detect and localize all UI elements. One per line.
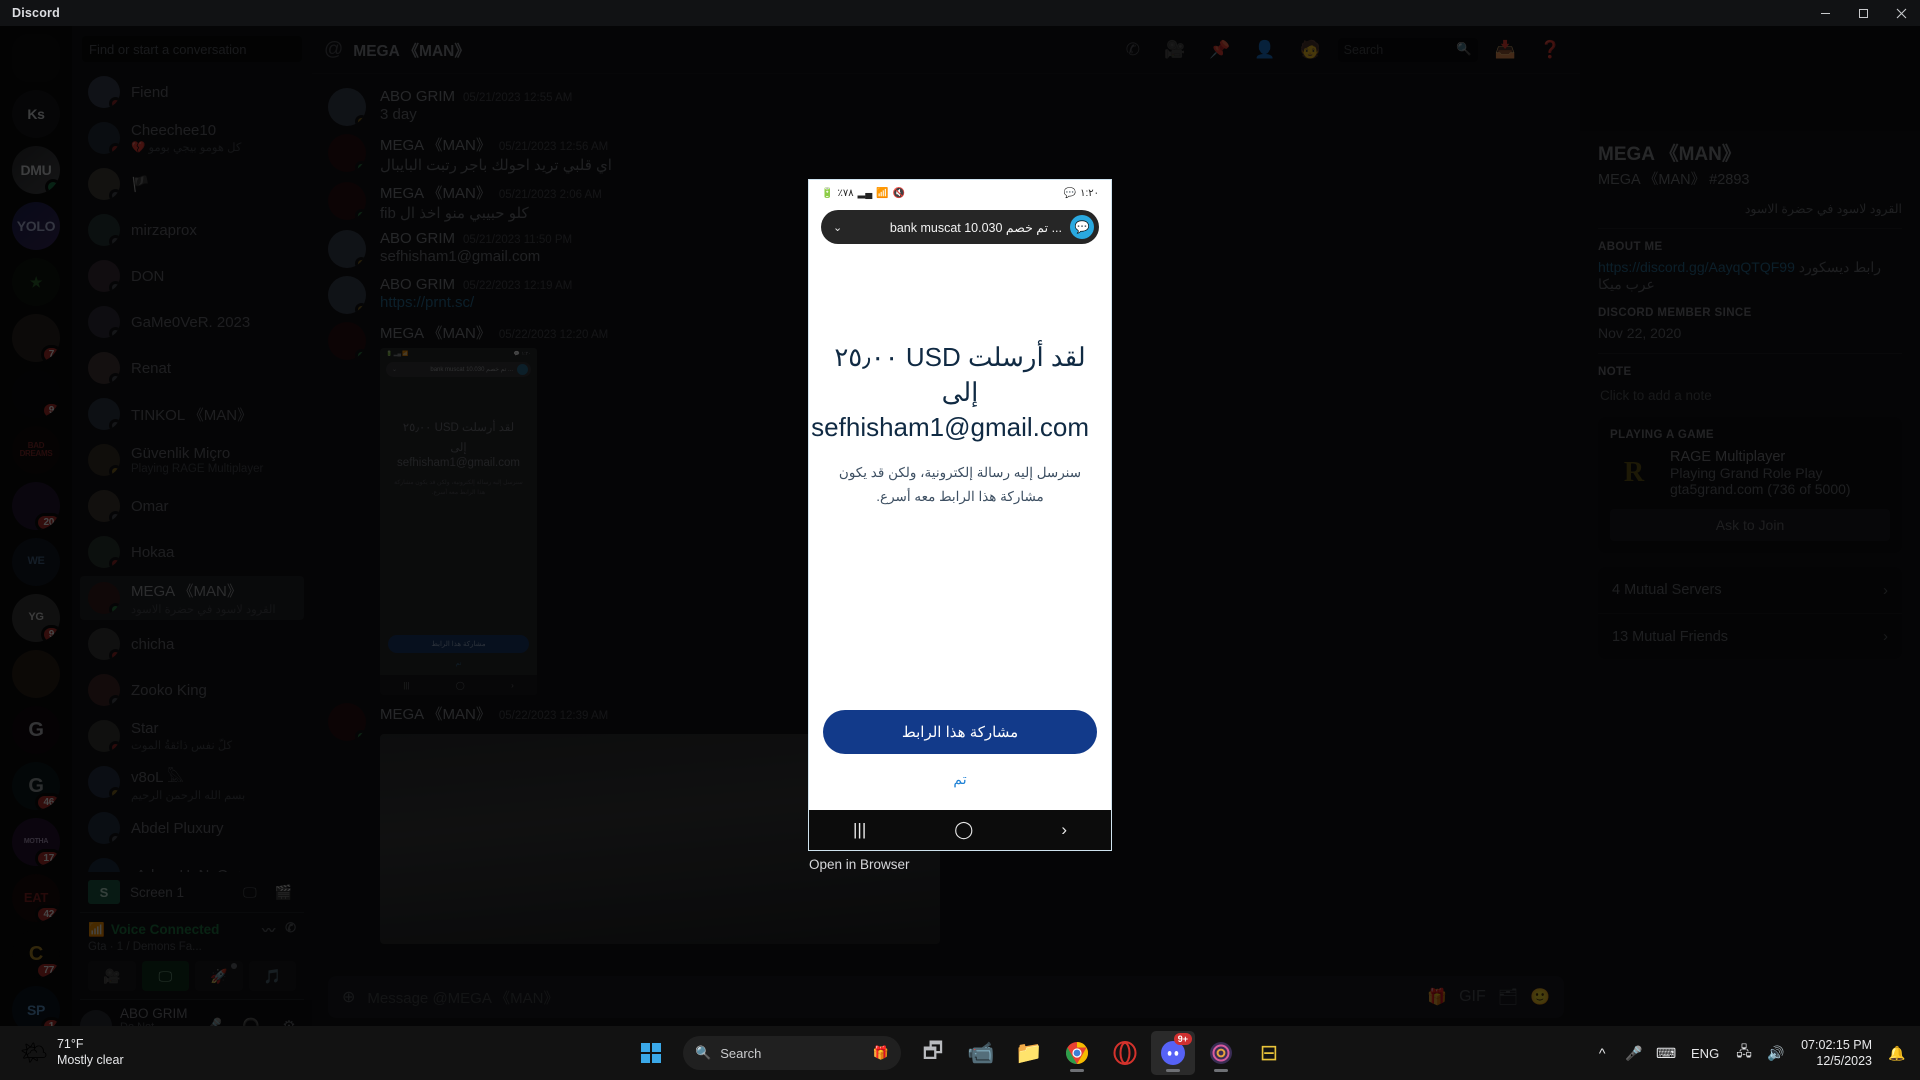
- chat-bubble-icon: 💬: [1070, 215, 1094, 239]
- clock-time: 07:02:15 PM: [1801, 1037, 1872, 1052]
- maximize-button[interactable]: [1844, 0, 1882, 26]
- phone-content: لقد أرسلت USD ٢٥٫٠٠ إلى sefhisham1@gmail…: [809, 244, 1111, 509]
- chrome-glyph: [1066, 1042, 1088, 1064]
- language-indicator[interactable]: ENG: [1683, 1033, 1727, 1073]
- chrome-icon[interactable]: [1055, 1031, 1099, 1075]
- status-left: 🔋 ٪٧٨ ▂▄ 📶 🔇: [821, 188, 905, 199]
- zoom-app-icon[interactable]: 📹: [959, 1031, 1003, 1075]
- transfer-description: سنرسل إليه رسالة إلكترونية، ولكن قد يكون…: [838, 465, 1082, 504]
- minimize-button[interactable]: [1806, 0, 1844, 26]
- search-box[interactable]: 🔍 Search 🎁: [683, 1036, 901, 1070]
- notification-text: bank muscat تم خصم 10.030 ...: [889, 220, 1062, 235]
- opera-glyph: [1113, 1041, 1137, 1065]
- transfer-title-line1: لقد أرسلت USD ٢٥٫٠٠: [834, 342, 1086, 372]
- mute-icon: 🔇: [892, 187, 906, 199]
- system-tray: ^ 🎤 ⌨ ENG 🖧 🔊 07:02:15 PM 12/5/2023 🔔: [1587, 1033, 1912, 1073]
- file-explorer-icon[interactable]: 📁: [1007, 1031, 1051, 1075]
- recents-button[interactable]: |||: [853, 820, 866, 840]
- signal-icon: ▂▄: [857, 187, 873, 199]
- mic-icon[interactable]: 🎤: [1619, 1033, 1649, 1073]
- search-icon: 🔍: [695, 1045, 712, 1060]
- chevron-down-icon[interactable]: ⌄: [833, 221, 842, 234]
- back-button[interactable]: ›: [1061, 820, 1067, 840]
- chevron-up-icon[interactable]: ^: [1587, 1033, 1617, 1073]
- clock[interactable]: 07:02:15 PM 12/5/2023: [1793, 1037, 1880, 1070]
- window-titlebar: Discord: [0, 0, 1920, 26]
- battery-percent: ٪٧٨: [837, 187, 854, 199]
- threads-icon[interactable]: [1199, 1031, 1243, 1075]
- opera-icon[interactable]: [1103, 1031, 1147, 1075]
- yellow-app-icon[interactable]: ⊟: [1247, 1031, 1291, 1075]
- window-controls: [1806, 0, 1920, 26]
- weather-condition: Mostly clear: [56, 1053, 124, 1067]
- window-title: Discord: [12, 6, 60, 20]
- wifi-icon: 📶: [876, 187, 889, 199]
- start-button[interactable]: [629, 1031, 673, 1075]
- bell-icon[interactable]: 🔔: [1882, 1033, 1912, 1073]
- transfer-title-line2: إلى sefhisham1@gmail.com: [811, 377, 1089, 443]
- gift-icon: 🎁: [872, 1045, 889, 1060]
- share-link-button[interactable]: مشاركة هذا الرابط: [823, 710, 1097, 754]
- phone-notification-pill[interactable]: ⌄ bank muscat تم خصم 10.030 ... 💬: [821, 210, 1099, 244]
- taskbar-center: 🔍 Search 🎁 🗗 📹 📁 9+ ⊟: [629, 1031, 1291, 1075]
- network-icon[interactable]: 🖧: [1729, 1033, 1759, 1073]
- weather-widget[interactable]: 🌤 71°F Mostly clear: [0, 1037, 330, 1068]
- phone-status-bar: 🔋 ٪٧٨ ▂▄ 📶 🔇 💬 ١:٢٠: [809, 180, 1111, 206]
- search-placeholder: Search: [720, 1045, 762, 1061]
- close-button[interactable]: [1882, 0, 1920, 26]
- android-nav-bar: ||| ◯ ›: [809, 810, 1111, 850]
- windows-logo-icon: [640, 1042, 662, 1064]
- task-view-button[interactable]: 🗗: [911, 1031, 955, 1075]
- windows-taskbar: 🌤 71°F Mostly clear 🔍 Search 🎁 🗗 📹 📁 9+ …: [0, 1026, 1920, 1080]
- volume-icon[interactable]: 🔊: [1761, 1033, 1791, 1073]
- discord-unread-count: 9+: [1173, 1033, 1192, 1045]
- open-in-browser-link[interactable]: Open in Browser: [809, 857, 910, 872]
- done-button[interactable]: تم: [809, 771, 1111, 788]
- weather-temp: 71°F: [56, 1037, 84, 1052]
- phone-screenshot-viewer: 🔋 ٪٧٨ ▂▄ 📶 🔇 💬 ١:٢٠ ⌄ bank muscat تم خصم…: [809, 180, 1111, 850]
- phone-clock: ١:٢٠: [1080, 187, 1099, 199]
- keyboard-icon[interactable]: ⌨: [1651, 1033, 1681, 1073]
- status-right: 💬 ١:٢٠: [1064, 188, 1099, 199]
- message-icon: 💬: [1063, 187, 1077, 199]
- battery-icon: 🔋: [821, 187, 834, 199]
- discord-taskbar-icon[interactable]: 9+: [1151, 1031, 1195, 1075]
- threads-glyph: [1210, 1042, 1232, 1064]
- screen: Discord Ks DMU YOLO: [0, 0, 1920, 1080]
- home-button[interactable]: ◯: [954, 820, 973, 840]
- partly-cloudy-icon: 🌤: [20, 1040, 48, 1065]
- clock-date: 12/5/2023: [1816, 1054, 1872, 1068]
